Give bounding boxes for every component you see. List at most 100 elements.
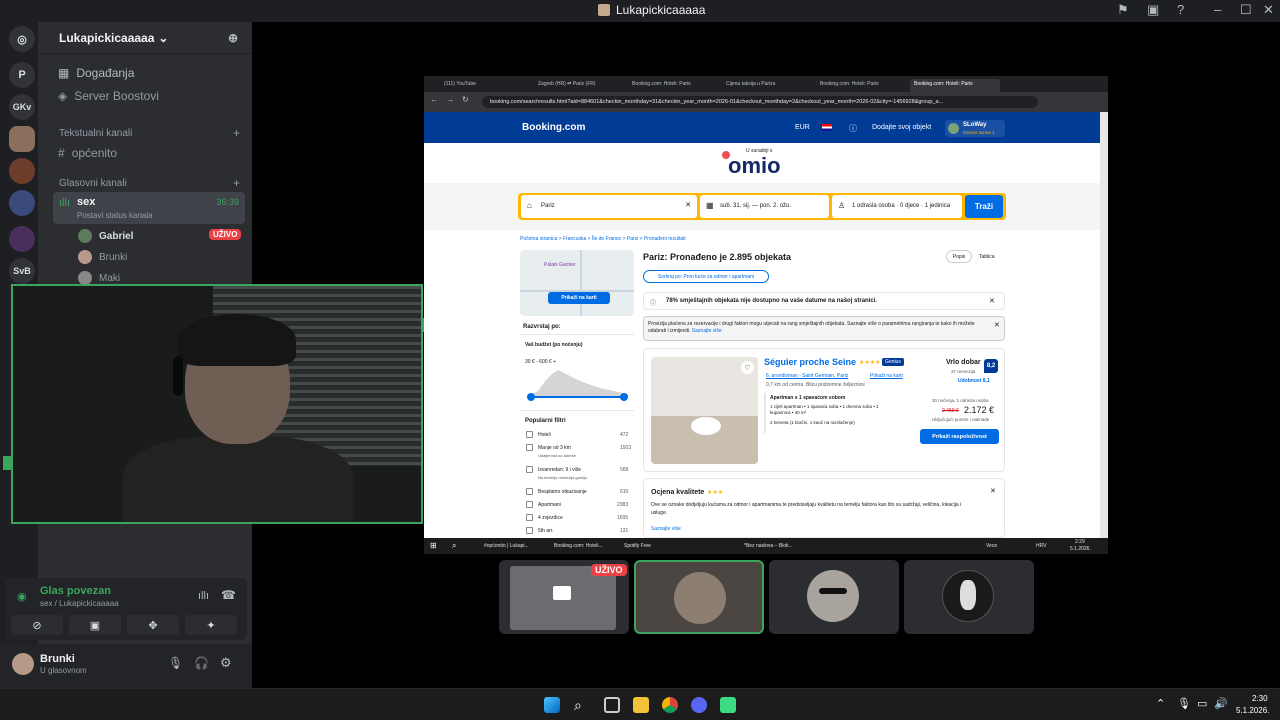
dates-input[interactable]: ▦ sub. 31. sij. — pon. 2. ožu. [700,195,829,218]
clear-icon[interactable]: ✕ [685,201,691,209]
map-preview[interactable]: Palais Garnier Prikaži na karti [520,250,634,316]
guests-input[interactable]: ♙ 1 odrasla osoba · 0 djece · 1 jedinica [832,195,962,218]
participant-tile[interactable] [904,560,1034,634]
windows-start-icon[interactable]: ⊞ [430,541,437,550]
windows-start-icon[interactable] [544,697,560,713]
noise-icon[interactable]: ıllı [198,590,209,602]
server-icon[interactable] [9,158,35,184]
taskbar-item[interactable]: Spotify Free [624,543,651,549]
map-link[interactable]: Prikaži na karti [870,373,903,379]
account-button[interactable]: SLoWay Genius razina 1 [945,120,1005,137]
server-icon[interactable]: GKv [9,94,35,120]
table-view-toggle[interactable]: Tablica [979,254,995,260]
participant-tile[interactable] [634,560,764,634]
scrollbar[interactable] [1100,112,1108,538]
browser-tab[interactable]: Zagreb (HR) ⇄ Pariz (FR) [534,79,624,92]
browser-tab[interactable]: Booking.com: Hoteli: Paris [628,79,718,92]
slider-handle-max[interactable] [620,393,628,401]
property-name[interactable]: Séguier proche Seine [764,357,856,367]
filter-checkbox[interactable] [526,444,533,451]
resize-handle[interactable] [3,456,13,470]
property-card[interactable]: ♡ Séguier proche Seine ★★★★ Genius 6. ar… [643,348,1005,472]
address-bar[interactable]: booking.com/searchresults.html?aid=88460… [482,96,1038,108]
soundboard-button[interactable]: ✦ [185,615,237,635]
heart-icon[interactable]: ♡ [741,361,754,374]
activities-button[interactable]: ✥ [127,615,179,635]
close-icon[interactable]: ✕ [990,487,996,495]
headphones-icon[interactable]: 🎧 [194,656,209,670]
taskbar-item[interactable]: *Bez naslova – Blok... [744,543,793,549]
settings-gear-icon[interactable]: ⚙ [220,655,232,671]
volume-icon[interactable]: 🔊 [1214,697,1228,710]
inbox-flag-icon[interactable]: ⚑ [1117,2,1129,18]
server-icon[interactable]: SvB [9,258,35,284]
croatia-flag-icon[interactable] [822,124,832,131]
text-category[interactable]: Tekstualni kanali [59,128,132,139]
events-item[interactable]: ▦ Događanja [58,66,134,80]
browser-tab-active[interactable]: Booking.com: Hoteli: Paris [910,79,1000,92]
review-score-badge[interactable]: 8,2 [984,359,998,373]
disconnect-icon[interactable]: ☎ [221,588,236,602]
budget-slider-track[interactable] [530,396,626,398]
screen-share-icon[interactable]: ▣ [1147,2,1159,18]
voice-location[interactable]: sex / Lukapickicaaaaa [40,599,119,608]
clock-date[interactable]: 5.1.2026. [1236,706,1269,715]
app-icon[interactable] [720,697,736,713]
browser-tab[interactable]: Cijena taksija u Parizu [722,79,812,92]
server-icon[interactable] [9,126,35,152]
voice-member[interactable]: Maki [78,271,120,285]
network-icon[interactable]: ▭ [1197,697,1207,710]
address-link[interactable]: 6. arondisman - Saint Germain, Pariz [766,373,848,379]
back-icon[interactable]: ← [430,95,438,104]
avatar[interactable] [12,653,34,675]
task-view-icon[interactable] [604,697,620,713]
taskbar-item[interactable]: #općenito | Lukapi... [484,543,529,549]
voice-category[interactable]: Glasovni kanali [59,178,127,189]
currency-button[interactable]: EUR [795,124,810,131]
list-view-toggle[interactable]: Popis [946,250,972,263]
search-icon[interactable]: ⌕ [574,697,590,713]
screen-share-button[interactable]: ▣ [69,615,121,635]
sort-dropdown[interactable]: Sortiraj po: Prvo kuće za odmor i apartm… [643,270,769,283]
filter-checkbox[interactable] [526,527,533,534]
discord-home-icon[interactable]: ◎ [9,26,35,52]
add-member-icon[interactable]: ⊕ [228,31,238,45]
add-channel-icon[interactable]: + [233,126,240,140]
boosts-item[interactable]: ◈ Server Boostovi [58,89,159,103]
show-on-map-button[interactable]: Prikaži na karti [548,292,610,304]
booking-logo[interactable]: Booking.com [522,122,585,133]
search-button[interactable]: Traži [965,195,1003,218]
chevron-up-icon[interactable]: ⌃ [1156,697,1165,710]
voice-channel-active[interactable]: ıllı sex 36:39 Postavi status kanala [53,192,245,224]
filter-checkbox[interactable] [526,488,533,495]
voice-status-label[interactable]: Glas povezan [40,585,111,597]
add-voice-channel-icon[interactable]: + [233,176,240,190]
file-explorer-icon[interactable] [633,697,649,713]
server-folder-icon[interactable] [9,190,35,216]
list-property-link[interactable]: Dodajte svoj objekt [872,124,931,131]
minimize-icon[interactable]: – [1214,2,1221,17]
text-channel[interactable]: # općenito [58,146,117,160]
learn-more-link[interactable]: Saznajte više [692,328,722,334]
browser-tab[interactable]: Booking.com: Hoteli: Paris [816,79,906,92]
show-availability-button[interactable]: Prikaži raspoloživost [920,429,999,444]
voice-member[interactable]: Gabriel [78,229,133,243]
reload-icon[interactable]: ↻ [462,95,469,104]
camera-off-button[interactable]: ⊘ [11,615,63,635]
microphone-icon[interactable]: 🎙 [1177,697,1191,710]
help-icon[interactable]: ? [1177,2,1184,17]
server-icon[interactable]: P [9,62,35,88]
help-circle-icon[interactable]: ⓘ [849,123,857,134]
slider-handle-min[interactable] [527,393,535,401]
maximize-icon[interactable]: ☐ [1240,2,1252,18]
participant-tile[interactable] [769,560,899,634]
microphone-icon[interactable]: 🎙 [168,656,183,670]
taskbar-item[interactable]: Booking.com: Hoteli... [554,543,603,549]
filter-checkbox[interactable] [526,466,533,473]
filter-checkbox[interactable] [526,514,533,521]
screenshare-stream[interactable]: (111) YouTube Zagreb (HR) ⇄ Pariz (FR) B… [424,76,1108,554]
stream-thumbnail[interactable]: UŽIVO [499,560,629,634]
browser-tab[interactable]: (111) YouTube [440,79,530,92]
voice-member[interactable]: Brunki [78,250,127,264]
clock-time[interactable]: 2:30 [1252,694,1268,703]
